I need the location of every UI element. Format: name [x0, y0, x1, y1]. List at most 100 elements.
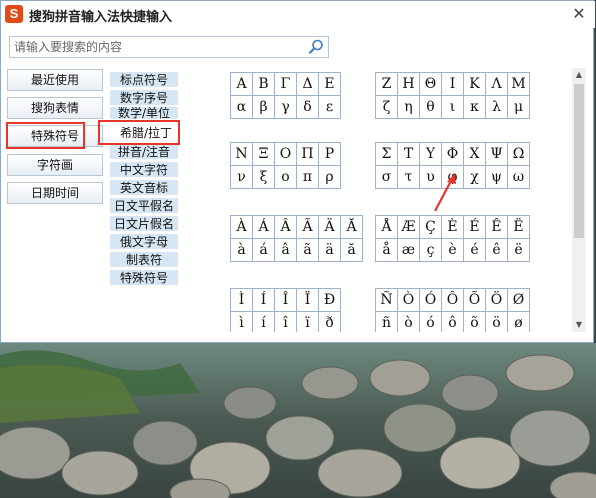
symbol-cell[interactable]: Ζ — [376, 73, 398, 96]
symbol-cell[interactable]: È — [442, 216, 464, 239]
search-input[interactable] — [12, 38, 306, 56]
symbol-cell[interactable]: Ω — [508, 143, 530, 166]
symbol-cell[interactable]: ð — [319, 312, 341, 332]
search-icon[interactable] — [307, 38, 325, 56]
symbol-cell[interactable]: Ε — [319, 73, 341, 96]
close-button[interactable]: ✕ — [569, 4, 589, 24]
scroll-down-arrow-icon[interactable]: ▼ — [572, 318, 586, 332]
symbol-cell[interactable]: Τ — [398, 143, 420, 166]
symbol-cell[interactable]: ò — [398, 312, 420, 332]
category-chinese-chars[interactable]: 中文字符 — [110, 162, 178, 178]
scroll-up-arrow-icon[interactable]: ▲ — [572, 68, 586, 82]
symbol-cell[interactable]: ï — [297, 312, 319, 332]
symbol-cell[interactable]: Ç — [420, 216, 442, 239]
vertical-scrollbar[interactable]: ▲ ▼ — [572, 68, 586, 332]
nav-ascii-art-button[interactable]: 字符画 — [7, 154, 103, 176]
symbol-cell[interactable]: à — [231, 239, 253, 262]
symbol-cell[interactable]: Ð — [319, 289, 341, 312]
symbol-cell[interactable]: Η — [398, 73, 420, 96]
symbol-cell[interactable]: é — [464, 239, 486, 262]
symbol-cell[interactable]: â — [275, 239, 297, 262]
symbol-cell[interactable]: γ — [275, 96, 297, 119]
symbol-cell[interactable]: Μ — [508, 73, 530, 96]
symbol-cell[interactable]: Á — [253, 216, 275, 239]
symbol-cell[interactable]: ξ — [253, 166, 275, 189]
symbol-cell[interactable]: ι — [442, 96, 464, 119]
symbol-cell[interactable]: ñ — [376, 312, 398, 332]
symbol-cell[interactable]: λ — [486, 96, 508, 119]
symbol-cell[interactable]: í — [253, 312, 275, 332]
symbol-cell[interactable]: Ñ — [376, 289, 398, 312]
symbol-cell[interactable]: Λ — [486, 73, 508, 96]
symbol-cell[interactable]: Ë — [508, 216, 530, 239]
category-katakana[interactable]: 日文片假名 — [110, 216, 178, 232]
symbol-cell[interactable]: ì — [231, 312, 253, 332]
category-numbers[interactable]: 数字序号 — [110, 90, 178, 106]
symbol-cell[interactable]: Θ — [420, 73, 442, 96]
symbol-cell[interactable]: Φ — [442, 143, 464, 166]
symbol-cell[interactable]: É — [464, 216, 486, 239]
symbol-cell[interactable]: ο — [275, 166, 297, 189]
symbol-cell[interactable]: á — [253, 239, 275, 262]
symbol-cell[interactable]: Ö — [486, 289, 508, 312]
symbol-cell[interactable]: Â — [275, 216, 297, 239]
symbol-cell[interactable]: Ó — [420, 289, 442, 312]
symbol-cell[interactable]: ν — [231, 166, 253, 189]
category-box-drawing[interactable]: 制表符 — [110, 252, 178, 268]
symbol-cell[interactable]: α — [231, 96, 253, 119]
category-special[interactable]: 特殊符号 — [110, 270, 178, 286]
symbol-cell[interactable]: Ï — [297, 289, 319, 312]
symbol-cell[interactable]: σ — [376, 166, 398, 189]
symbol-cell[interactable]: å — [376, 239, 398, 262]
symbol-cell[interactable]: Æ — [398, 216, 420, 239]
category-punctuation[interactable]: 标点符号 — [110, 72, 178, 88]
symbol-cell[interactable]: Γ — [275, 73, 297, 96]
symbol-cell[interactable]: δ — [297, 96, 319, 119]
symbol-cell[interactable]: Π — [297, 143, 319, 166]
symbol-cell[interactable]: ζ — [376, 96, 398, 119]
symbol-cell[interactable]: ø — [508, 312, 530, 332]
symbol-cell[interactable]: Ì — [231, 289, 253, 312]
symbol-cell[interactable]: ô — [442, 312, 464, 332]
symbol-cell[interactable]: ψ — [486, 166, 508, 189]
symbol-cell[interactable]: Κ — [464, 73, 486, 96]
symbol-cell[interactable]: Ξ — [253, 143, 275, 166]
symbol-cell[interactable]: π — [297, 166, 319, 189]
symbol-cell[interactable]: è — [442, 239, 464, 262]
symbol-cell[interactable]: Ä — [319, 216, 341, 239]
category-pinyin-zhuyin[interactable]: 拼音/注音 — [110, 144, 178, 160]
symbol-cell[interactable]: Α — [231, 73, 253, 96]
symbol-cell[interactable]: φ — [442, 166, 464, 189]
symbol-cell[interactable]: î — [275, 312, 297, 332]
symbol-cell[interactable]: ç — [420, 239, 442, 262]
symbol-cell[interactable]: Ê — [486, 216, 508, 239]
symbol-cell[interactable]: ă — [341, 239, 363, 262]
nav-recent-button[interactable]: 最近使用 — [7, 69, 103, 91]
symbol-cell[interactable]: Ν — [231, 143, 253, 166]
symbol-cell[interactable]: η — [398, 96, 420, 119]
symbol-cell[interactable]: Β — [253, 73, 275, 96]
symbol-cell[interactable]: Ô — [442, 289, 464, 312]
symbol-cell[interactable]: Å — [376, 216, 398, 239]
symbol-cell[interactable]: Ã — [297, 216, 319, 239]
symbol-cell[interactable]: Í — [253, 289, 275, 312]
category-phonetics[interactable]: 英文音标 — [110, 180, 178, 196]
symbol-cell[interactable]: ε — [319, 96, 341, 119]
symbol-cell[interactable]: τ — [398, 166, 420, 189]
symbol-cell[interactable]: κ — [464, 96, 486, 119]
symbol-cell[interactable]: Χ — [464, 143, 486, 166]
category-math-units[interactable]: 数学/单位 — [110, 107, 178, 120]
symbol-cell[interactable]: Ø — [508, 289, 530, 312]
symbol-cell[interactable]: À — [231, 216, 253, 239]
symbol-cell[interactable]: Ρ — [319, 143, 341, 166]
symbol-cell[interactable]: β — [253, 96, 275, 119]
symbol-cell[interactable]: Ò — [398, 289, 420, 312]
symbol-cell[interactable]: Ο — [275, 143, 297, 166]
symbol-cell[interactable]: Σ — [376, 143, 398, 166]
symbol-cell[interactable]: Υ — [420, 143, 442, 166]
symbol-cell[interactable]: θ — [420, 96, 442, 119]
symbol-cell[interactable]: υ — [420, 166, 442, 189]
symbol-cell[interactable]: μ — [508, 96, 530, 119]
symbol-cell[interactable]: ö — [486, 312, 508, 332]
symbol-cell[interactable]: ë — [508, 239, 530, 262]
